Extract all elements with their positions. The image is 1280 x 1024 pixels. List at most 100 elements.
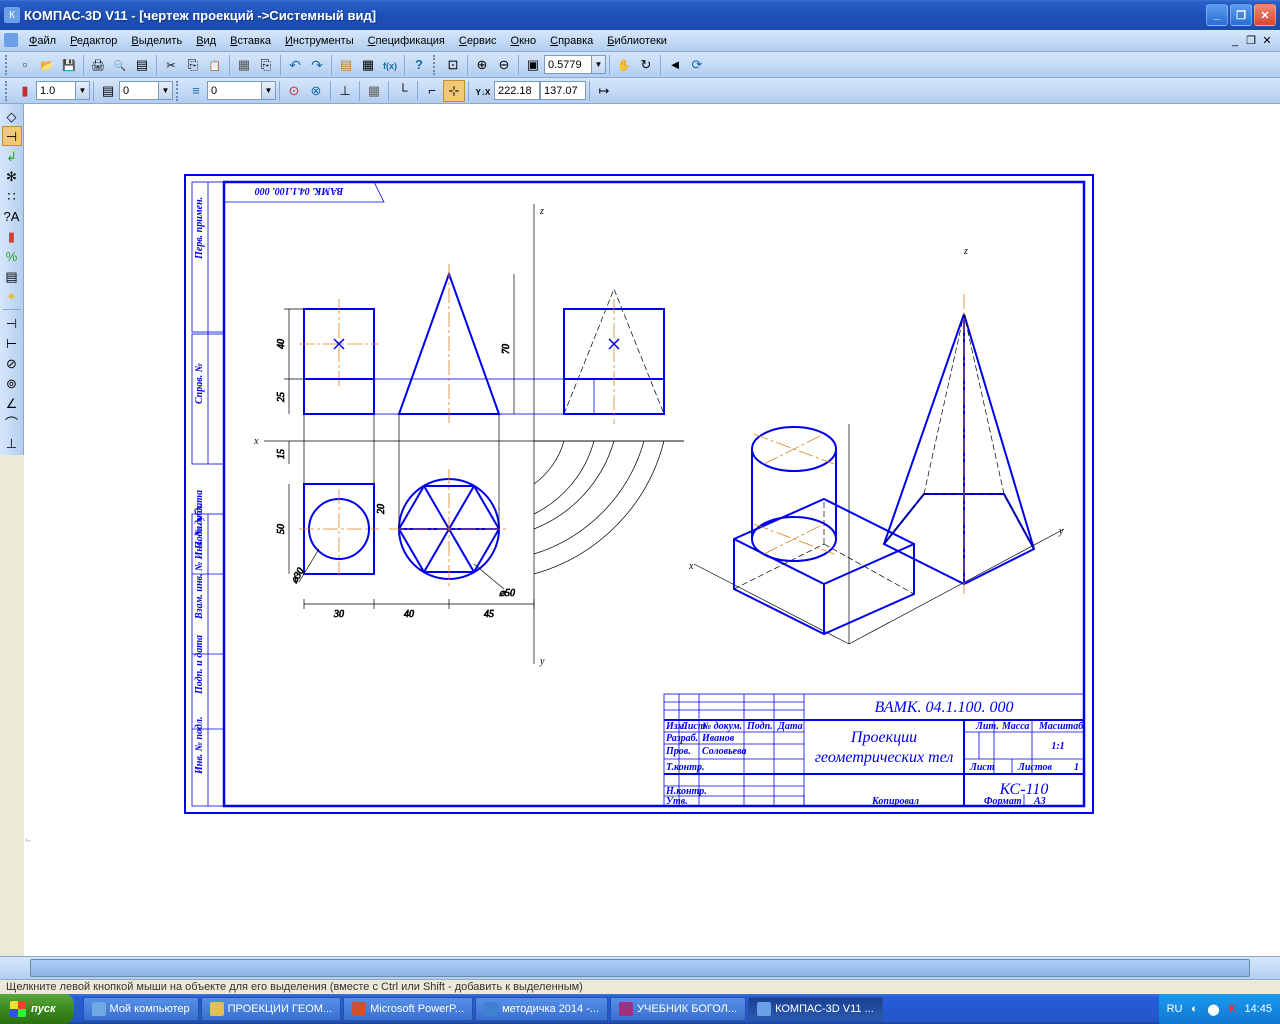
redo-button[interactable]: [306, 54, 328, 76]
prev-view-button[interactable]: ◄: [664, 54, 686, 76]
coord-y-input[interactable]: [540, 81, 586, 100]
rotate-button[interactable]: [635, 54, 657, 76]
copy-props-button[interactable]: ⎘: [255, 54, 277, 76]
menu-item[interactable]: Окно: [504, 33, 544, 49]
insert-panel-button[interactable]: ✦: [2, 286, 22, 306]
menu-item[interactable]: Библиотеки: [600, 33, 674, 49]
minimize-button[interactable]: _: [1206, 4, 1228, 26]
help-button[interactable]: [408, 54, 430, 76]
layer-button[interactable]: ▤: [97, 80, 119, 102]
task-button[interactable]: методичка 2014 -...: [475, 997, 608, 1021]
ortho-button[interactable]: └: [392, 80, 414, 102]
menu-item[interactable]: Спецификация: [361, 33, 452, 49]
preview-button[interactable]: [109, 54, 131, 76]
toolbar-grip[interactable]: [176, 81, 182, 101]
tool-dim3[interactable]: ⊚: [2, 373, 22, 393]
zoom-dropdown[interactable]: ▼: [592, 55, 606, 74]
menu-item[interactable]: Файл: [22, 33, 63, 49]
new-button[interactable]: [14, 54, 36, 76]
state-dropdown[interactable]: ▼: [76, 81, 90, 100]
tray-av-icon[interactable]: K: [1225, 1002, 1239, 1016]
zoom-out-button[interactable]: [493, 54, 515, 76]
toolbar-grip[interactable]: [433, 55, 439, 75]
save-button[interactable]: [58, 54, 80, 76]
library-button[interactable]: [335, 54, 357, 76]
menu-item[interactable]: Редактор: [63, 33, 124, 49]
menu-item[interactable]: Вставка: [223, 33, 278, 49]
zoom-combo[interactable]: ▼: [544, 55, 606, 74]
tray-icon[interactable]: ⬤: [1206, 1002, 1220, 1016]
grid-toggle-button[interactable]: ⊥: [334, 80, 356, 102]
mdi-close[interactable]: ✕: [1260, 34, 1274, 48]
tool-height[interactable]: ⊥: [2, 433, 22, 453]
start-button[interactable]: пуск: [0, 994, 74, 1024]
mdi-restore[interactable]: ❐: [1244, 34, 1258, 48]
state-button[interactable]: ▮: [14, 80, 36, 102]
copy-button[interactable]: [182, 54, 204, 76]
dimensions-panel-button[interactable]: ⊣: [2, 126, 22, 146]
toolbar-grip[interactable]: [5, 55, 11, 75]
pan-button[interactable]: [613, 54, 635, 76]
variables-button[interactable]: [379, 54, 401, 76]
tool-angle[interactable]: ∠: [2, 393, 22, 413]
tool-dim2[interactable]: ⊘: [2, 353, 22, 373]
style-input[interactable]: [207, 81, 262, 100]
snap-global-button[interactable]: [283, 80, 305, 102]
spec-panel-button[interactable]: %: [2, 246, 22, 266]
snap-local-button[interactable]: [305, 80, 327, 102]
properties-button[interactable]: [233, 54, 255, 76]
coord-x-input[interactable]: [494, 81, 540, 100]
geometry-panel-button[interactable]: ◇: [2, 106, 22, 126]
task-button[interactable]: Мой компьютер: [83, 997, 199, 1021]
param-panel-button[interactable]: ∷: [2, 186, 22, 206]
close-button[interactable]: ✕: [1254, 4, 1276, 26]
maximize-button[interactable]: ❐: [1230, 4, 1252, 26]
menu-item[interactable]: Выделить: [124, 33, 189, 49]
print-button[interactable]: [87, 54, 109, 76]
zoom-fit-button[interactable]: [522, 54, 544, 76]
clock[interactable]: 14:45: [1244, 1003, 1272, 1015]
open-button[interactable]: [36, 54, 58, 76]
track-button[interactable]: ⊹: [443, 80, 465, 102]
local-cs-button[interactable]: ⌐: [421, 80, 443, 102]
style-button[interactable]: ≡: [185, 80, 207, 102]
style-combo[interactable]: ▼: [207, 81, 276, 100]
task-button[interactable]: Microsoft PowerP...: [343, 997, 473, 1021]
notations-panel-button[interactable]: ↲: [2, 146, 22, 166]
menu-item[interactable]: Инструменты: [278, 33, 361, 49]
property-bar-track[interactable]: [30, 959, 1250, 977]
layer-combo[interactable]: ▼: [119, 81, 173, 100]
zoom-in-button[interactable]: [471, 54, 493, 76]
mdi-minimize[interactable]: _: [1228, 34, 1242, 48]
task-button[interactable]: КОМПАС-3D V11 ...: [748, 997, 883, 1021]
edit-panel-button[interactable]: ✻: [2, 166, 22, 186]
toolbar-grip[interactable]: [5, 81, 11, 101]
tool-line[interactable]: ⊣: [2, 313, 22, 333]
task-button[interactable]: УЧЕБНИК БОГОЛ...: [610, 997, 746, 1021]
menu-item[interactable]: Справка: [543, 33, 600, 49]
layer-dropdown[interactable]: ▼: [159, 81, 173, 100]
undo-button[interactable]: [284, 54, 306, 76]
calc-button[interactable]: ▦: [357, 54, 379, 76]
measure-panel-button[interactable]: ?A: [2, 206, 22, 226]
paste-button[interactable]: [204, 54, 226, 76]
tool-dim1[interactable]: ⊢: [2, 333, 22, 353]
cut-button[interactable]: [160, 54, 182, 76]
drawing-canvas[interactable]: Перв. примен. Справ. № Подп. и дата Взам…: [24, 104, 1280, 956]
state-combo[interactable]: ▼: [36, 81, 90, 100]
round-button[interactable]: [363, 80, 385, 102]
reports-panel-button[interactable]: ▤: [2, 266, 22, 286]
tray-icon[interactable]: ◐: [1187, 1002, 1201, 1016]
task-button[interactable]: ПРОЕКЦИИ ГЕОМ...: [201, 997, 342, 1021]
step-button[interactable]: [593, 80, 615, 102]
tool-arc[interactable]: ⌒: [2, 413, 22, 433]
refresh-button[interactable]: [686, 54, 708, 76]
zoom-input[interactable]: [544, 55, 592, 74]
doc-manager-button[interactable]: ▤: [131, 54, 153, 76]
zoom-window-button[interactable]: [442, 54, 464, 76]
state-input[interactable]: [36, 81, 76, 100]
style-dropdown[interactable]: ▼: [262, 81, 276, 100]
xy-button[interactable]: [472, 80, 494, 102]
select-panel-button[interactable]: ▮: [2, 226, 22, 246]
layer-input[interactable]: [119, 81, 159, 100]
